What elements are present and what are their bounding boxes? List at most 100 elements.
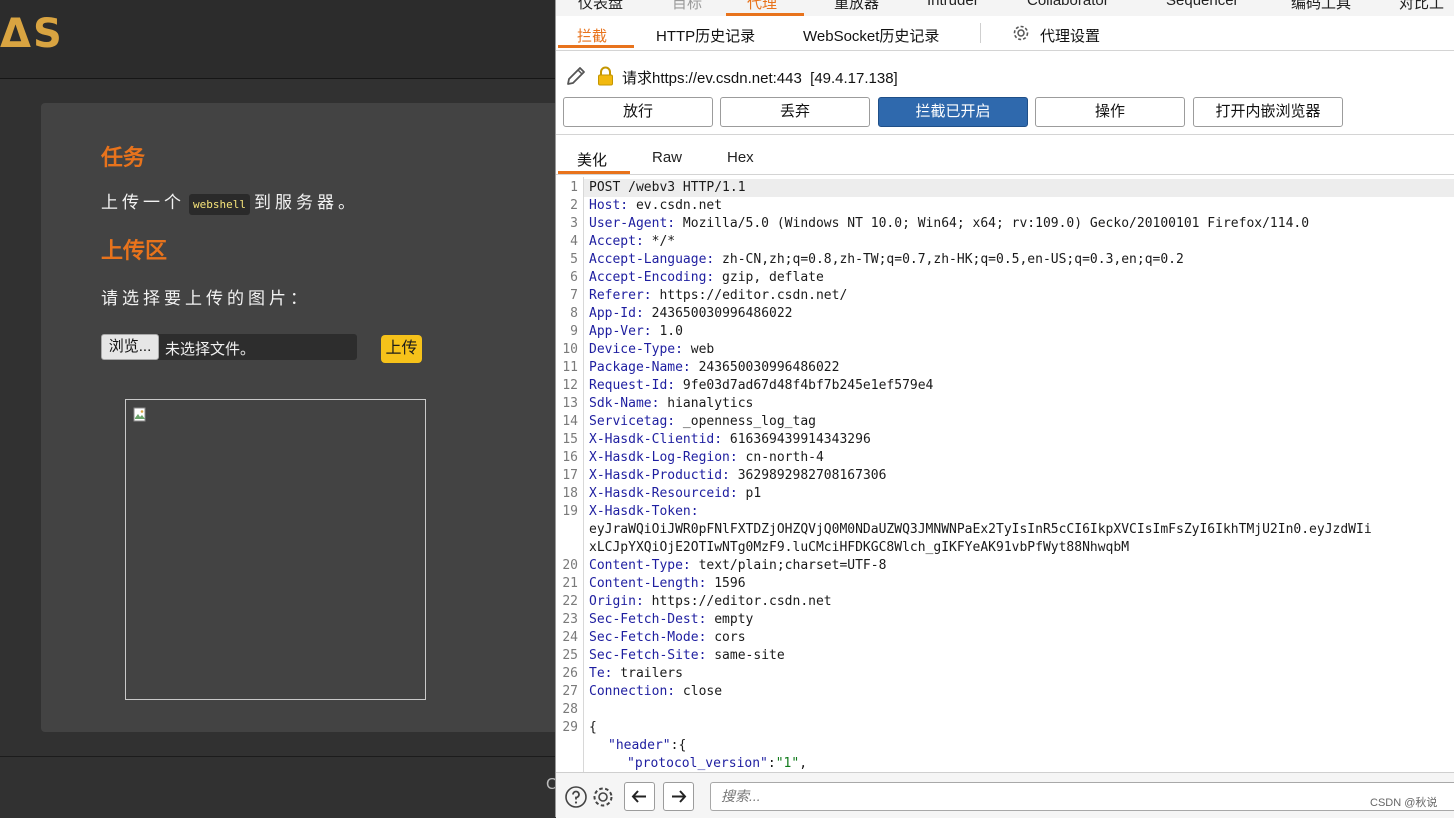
header-name: App-Ver: — [589, 324, 652, 339]
choose-image-label: 请选择要上传的图片： — [101, 289, 311, 308]
json-punct: , — [799, 756, 808, 771]
header-name: Content-Length: — [589, 576, 707, 591]
upload-area-title: 上传区 — [101, 238, 168, 263]
header-value: 243650030996486022 — [690, 360, 840, 375]
subtab-proxy-settings[interactable]: 代理设置 — [1040, 25, 1100, 46]
header-value: Mozilla/5.0 (Windows NT 10.0; Win64; x64… — [675, 216, 1310, 231]
header-name: X-Hasdk-Productid: — [589, 468, 730, 483]
viewtab-raw[interactable]: Raw — [652, 149, 682, 166]
editor-bottom-bar: 搜索... CSDN @秋说 — [556, 772, 1454, 818]
tab-target[interactable]: 目标 — [672, 0, 702, 13]
tab-repeater[interactable]: 重放器 — [834, 0, 879, 13]
line-content: X-Hasdk-Token: — [589, 503, 699, 521]
gear-icon[interactable] — [1011, 23, 1031, 43]
line-number: 10 — [562, 342, 578, 357]
tab-intruder[interactable]: Intruder — [927, 0, 979, 9]
drop-button[interactable]: 丢弃 — [720, 97, 870, 127]
line-content: Content-Length: 1596 — [589, 575, 746, 593]
header-value: gzip, deflate — [714, 270, 824, 285]
line-number: 2 — [570, 198, 578, 213]
viewtab-pretty[interactable]: 美化 — [577, 149, 607, 170]
subtab-http-history[interactable]: HTTP历史记录 — [656, 25, 755, 46]
json-colon: : — [767, 756, 776, 771]
file-input[interactable]: 浏览... 未选择文件。 — [101, 334, 357, 360]
active-subtab-indicator — [558, 45, 634, 48]
header-value: xLCJpYXQiOjE2OTIwNTg0MzF9.luCMciHFDKGC8W… — [589, 540, 1130, 555]
site-logo[interactable]: ᐃS — [0, 14, 64, 54]
help-icon[interactable] — [564, 785, 588, 809]
json-key: "protocol_version" — [627, 756, 768, 771]
line-content: Host: ev.csdn.net — [589, 197, 722, 215]
header-name: Host: — [589, 198, 629, 213]
header-name: Request-Id: — [589, 378, 676, 393]
broken-image-icon — [133, 407, 146, 422]
line-number: 9 — [570, 324, 578, 339]
tab-proxy[interactable]: 代理 — [747, 0, 777, 13]
subtab-websocket-history[interactable]: WebSocket历史记录 — [803, 25, 939, 46]
line-content: X-Hasdk-Productid: 3629892982708167306 — [589, 467, 886, 485]
header-value: 243650030996486022 — [643, 306, 793, 321]
next-button[interactable] — [663, 782, 694, 811]
header-value: https://editor.csdn.net/ — [651, 288, 848, 303]
lock-icon — [598, 66, 613, 86]
request-info-bar: 请求https://ev.csdn.net:443 [49.4.17.138] — [556, 60, 1454, 90]
browse-button[interactable]: 浏览... — [101, 334, 159, 360]
line-number: 14 — [562, 414, 578, 429]
subtab-separator — [980, 23, 981, 43]
header-name: X-Hasdk-Token: — [589, 504, 699, 519]
header-name: Accept: — [589, 234, 644, 249]
gear-icon[interactable] — [591, 785, 615, 809]
open-browser-button[interactable]: 打开内嵌浏览器 — [1193, 97, 1343, 127]
header-value: cn-north-4 — [737, 450, 824, 465]
top-tab-bar: 仪表盘 目标 代理 重放器 Intruder Sequencer Collabo… — [556, 0, 1454, 16]
tab-collaborator[interactable]: Collaborator — [1027, 0, 1109, 9]
proxy-sub-tab-bar: 拦截 HTTP历史记录 WebSocket历史记录 代理设置 — [556, 16, 1454, 51]
tab-dashboard[interactable]: 仪表盘 — [578, 0, 623, 13]
line-content: Accept-Language: zh-CN,zh;q=0.8,zh-TW;q=… — [589, 251, 1184, 269]
line-content: Te: trailers — [589, 665, 683, 683]
intercept-toggle-button[interactable]: 拦截已开启 — [878, 97, 1028, 127]
line-content: Sec-Fetch-Site: same-site — [589, 647, 785, 665]
upload-button[interactable]: 上传 — [381, 335, 422, 363]
line-content: eyJraWQiOiJWR0pFNlFXTDZjOHZQVjQ0M0NDaUZW… — [589, 521, 1372, 539]
header-name: Origin: — [589, 594, 644, 609]
header-value: 616369439914343296 — [722, 432, 871, 447]
line-number: 21 — [562, 576, 578, 591]
header-name: Te: — [589, 666, 613, 681]
image-preview — [125, 399, 426, 700]
header-value: empty — [706, 612, 754, 627]
line-content: xLCJpYXQiOjE2OTIwNTg0MzF9.luCMciHFDKGC8W… — [589, 539, 1129, 557]
line-content: X-Hasdk-Clientid: 616369439914343296 — [589, 431, 871, 449]
request-editor[interactable]: 1 POST /webv3 HTTP/1.1 2 Host: ev.csdn.net 3… — [556, 177, 1454, 772]
header-name: Sec-Fetch-Mode: — [589, 630, 707, 645]
forward-button[interactable]: 放行 — [563, 97, 713, 127]
search-input[interactable]: 搜索... — [710, 782, 1454, 811]
line-content: Connection: close — [589, 683, 722, 701]
action-button[interactable]: 操作 — [1035, 97, 1185, 127]
json-key: "header" — [608, 738, 671, 753]
line-number: 1 — [570, 180, 578, 195]
tab-comparer[interactable]: 对比工具 — [1399, 0, 1454, 16]
header-value: hianalytics — [659, 396, 754, 411]
subtab-intercept[interactable]: 拦截 — [577, 25, 607, 46]
line-number: 6 — [570, 270, 578, 285]
line-number: 25 — [562, 648, 578, 663]
message-view-tabs: 美化 Raw Hex — [556, 142, 1454, 175]
line-number: 12 — [562, 378, 578, 393]
pencil-icon[interactable] — [564, 64, 588, 88]
header-name: X-Hasdk-Log-Region: — [589, 450, 738, 465]
line-number: 19 — [562, 504, 578, 519]
tab-decoder[interactable]: 编码工具 — [1291, 0, 1351, 13]
tab-sequencer[interactable]: Sequencer — [1166, 0, 1239, 9]
line-content: User-Agent: Mozilla/5.0 (Windows NT 10.0… — [589, 215, 1309, 233]
header-name: Sec-Fetch-Site: — [589, 648, 707, 663]
line-number: 4 — [570, 234, 578, 249]
header-value: { — [589, 720, 597, 735]
task-text-before: 上传一个 — [101, 193, 185, 212]
line-content: X-Hasdk-Log-Region: cn-north-4 — [589, 449, 824, 467]
previous-button[interactable] — [624, 782, 655, 811]
header-value: same-site — [706, 648, 785, 663]
viewtab-hex[interactable]: Hex — [727, 149, 754, 166]
content-panel: 任务 上传一个 webshell 到服务器。 上传区 请选择要上传的图片： 浏览..… — [41, 103, 581, 732]
header-name: X-Hasdk-Resourceid: — [589, 486, 738, 501]
